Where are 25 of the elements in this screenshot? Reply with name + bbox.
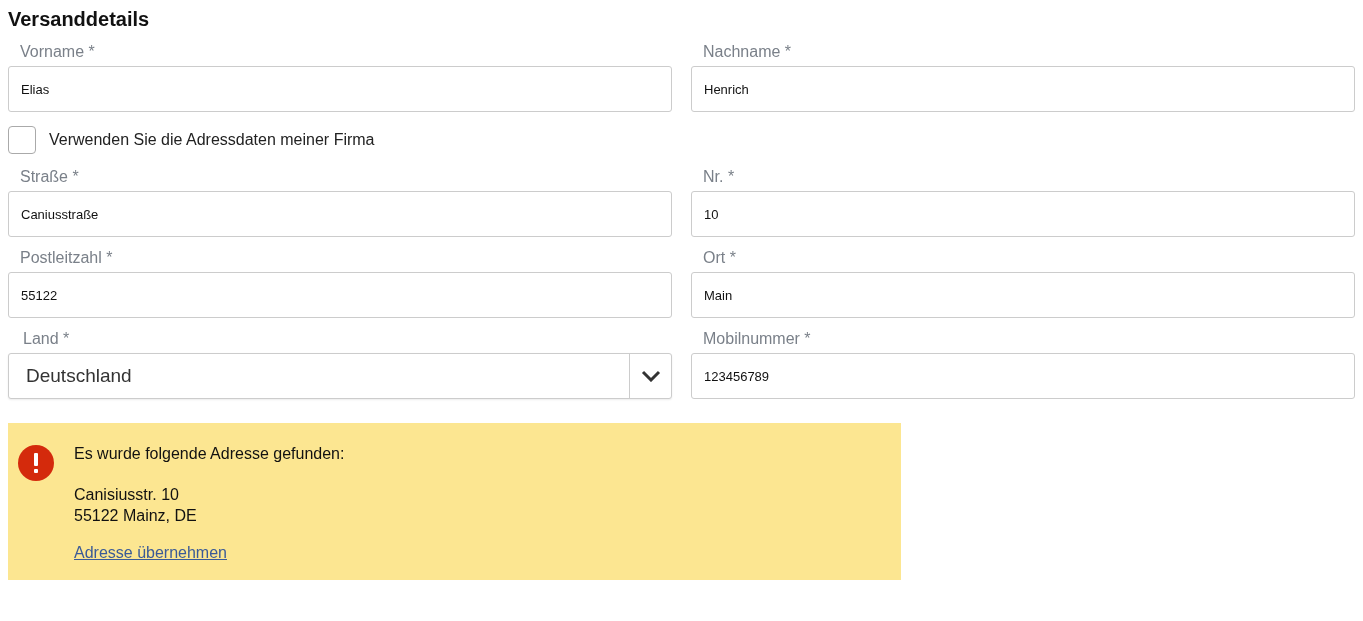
address-line: Canisiusstr. 10	[74, 485, 180, 505]
address-line: 55122 Mainz, DE	[74, 506, 198, 526]
input-field[interactable]: Main	[691, 272, 1355, 318]
alert-message: Es wurde folgende Adresse gefunden:	[74, 444, 345, 464]
field-label: Mobilnummer *	[702, 330, 812, 348]
chevron-down-icon	[640, 370, 661, 382]
warning-icon	[18, 445, 54, 481]
field-label: Straße *	[19, 168, 80, 186]
input-field[interactable]: Elias	[8, 66, 672, 112]
input-field[interactable]: 55122	[8, 272, 672, 318]
input-field[interactable]: 10	[691, 191, 1355, 237]
field-label: Nr. *	[702, 168, 736, 186]
section-title: Versanddetails	[8, 8, 151, 31]
input-field[interactable]: 123456789	[691, 353, 1355, 399]
field-label: Vorname *	[19, 43, 96, 61]
country-dropdown[interactable]: Deutschland	[8, 353, 672, 399]
field-label: Nachname *	[702, 43, 793, 61]
field-label: Land *	[22, 330, 71, 348]
input-field[interactable]: Caniusstraße	[8, 191, 672, 237]
checkbox[interactable]	[8, 126, 36, 154]
checkbox-label: Verwenden Sie die Adressdaten meiner Firma	[49, 131, 375, 149]
input-field[interactable]: Henrich	[691, 66, 1355, 112]
field-label: Ort *	[702, 249, 737, 267]
field-label: Postleitzahl *	[19, 249, 114, 267]
apply-address-link[interactable]: Adresse übernehmen	[74, 544, 345, 562]
